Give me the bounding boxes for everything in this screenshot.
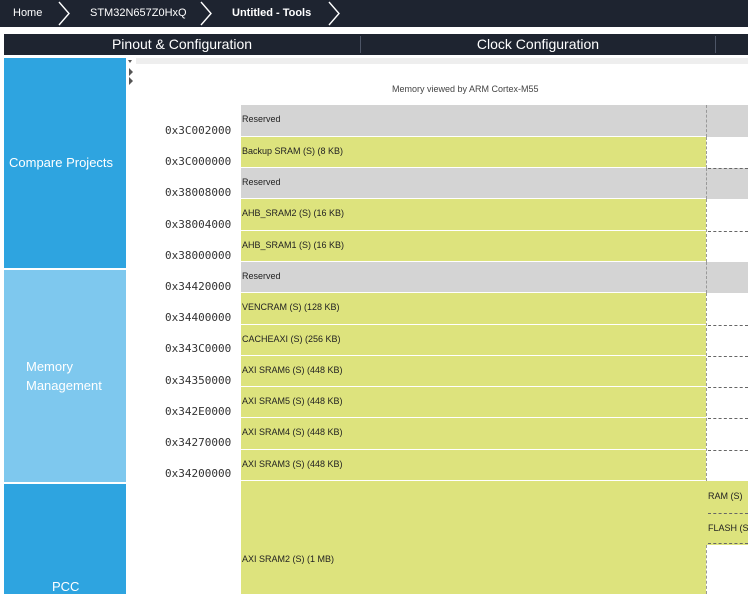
region-label: AHB_SRAM1 (S) (16 KB) xyxy=(242,240,345,250)
chevron-right-icon xyxy=(200,1,212,26)
secondary-column-cell xyxy=(706,105,748,137)
chevron-right-icon xyxy=(328,1,340,26)
memory-region-axi-sram3[interactable]: AXI SRAM3 (S) (448 KB) xyxy=(241,450,706,481)
region-label: AXI SRAM3 (S) (448 KB) xyxy=(242,459,343,469)
divider xyxy=(708,231,748,232)
divider xyxy=(708,325,748,326)
region-label: Reserved xyxy=(242,271,281,281)
region-address: 0x342E0000 xyxy=(165,405,232,418)
sidebar-item-pcc[interactable]: PCC xyxy=(4,484,126,594)
region-address: 0x34400000 xyxy=(165,311,232,324)
memory-region-reserved[interactable]: Reserved xyxy=(241,168,706,199)
secondary-column-cell xyxy=(706,137,748,168)
region-label: AXI SRAM6 (S) (448 KB) xyxy=(242,365,343,375)
region-address: 0x3C000000 xyxy=(165,155,232,168)
secondary-column-cell xyxy=(706,545,748,594)
secondary-column-cell xyxy=(706,262,748,293)
tab-pinout-configuration[interactable]: Pinout & Configuration xyxy=(4,34,360,55)
region-address: 0x34350000 xyxy=(165,374,232,387)
region-label: CACHEAXI (S) (256 KB) xyxy=(242,334,341,344)
sidebar-item-label: Compare Projects xyxy=(9,155,114,170)
memory-region-axi-sram4[interactable]: AXI SRAM4 (S) (448 KB) xyxy=(241,418,706,450)
sidebar-collapse-handle[interactable] xyxy=(127,58,136,594)
memory-region-axi-sram6[interactable]: AXI SRAM6 (S) (448 KB) xyxy=(241,356,706,387)
divider xyxy=(708,543,748,544)
memory-region-axi-sram2[interactable]: AXI SRAM2 (S) (1 MB) xyxy=(241,481,706,594)
region-address: 0x34270000 xyxy=(165,436,232,449)
divider xyxy=(708,513,748,514)
sidebar-item-label: Memory xyxy=(26,359,73,374)
region-label: VENCRAM (S) (128 KB) xyxy=(242,302,340,312)
breadcrumb-device[interactable]: STM32N657Z0HxQ xyxy=(90,0,187,27)
memory-region-backup-sram[interactable]: Backup SRAM (S) (8 KB) xyxy=(241,137,706,168)
memory-region-ahb-sram1[interactable]: AHB_SRAM1 (S) (16 KB) xyxy=(241,231,706,262)
memory-region-reserved[interactable]: Reserved xyxy=(241,262,706,293)
memory-region-ahb-sram2[interactable]: AHB_SRAM2 (S) (16 KB) xyxy=(241,199,706,231)
breadcrumb: Home STM32N657Z0HxQ Untitled - Tools xyxy=(0,0,748,27)
sidebar-item-compare-projects[interactable]: Compare Projects xyxy=(4,58,126,268)
divider xyxy=(708,418,748,419)
secondary-region-label: FLASH (S xyxy=(708,523,748,533)
tab-separator xyxy=(715,36,716,53)
tab-clock-configuration[interactable]: Clock Configuration xyxy=(361,34,715,55)
memory-view-title: Memory viewed by ARM Cortex-M55 xyxy=(392,84,539,94)
sidebar: Compare Projects Memory Management PCC xyxy=(4,58,126,594)
region-address: 0x38000000 xyxy=(165,249,232,262)
region-address: 0x38004000 xyxy=(165,218,232,231)
collapse-arrows-icon xyxy=(128,60,133,85)
region-label: Reserved xyxy=(242,114,281,124)
region-label: AXI SRAM2 (S) (1 MB) xyxy=(242,554,335,564)
region-label: Reserved xyxy=(242,177,281,187)
divider xyxy=(708,450,748,451)
memory-region-cacheaxi[interactable]: CACHEAXI (S) (256 KB) xyxy=(241,325,706,356)
tab-bar: Pinout & Configuration Clock Configurati… xyxy=(4,34,748,55)
region-address: 0x3C002000 xyxy=(165,124,232,137)
region-address: 0x38008000 xyxy=(165,186,232,199)
region-address: 0x34420000 xyxy=(165,280,232,293)
secondary-column-cell xyxy=(706,168,748,199)
sidebar-item-label: PCC xyxy=(52,579,80,594)
secondary-region-label: RAM (S) xyxy=(708,491,743,501)
tabs-area: Pinout & Configuration Clock Configurati… xyxy=(0,27,748,58)
region-label: AHB_SRAM2 (S) (16 KB) xyxy=(242,208,345,218)
breadcrumb-project[interactable]: Untitled - Tools xyxy=(232,0,311,27)
secondary-memory-block[interactable]: RAM (S) FLASH (S xyxy=(706,481,748,545)
divider xyxy=(708,356,748,357)
region-address: 0x343C0000 xyxy=(165,342,232,355)
region-label: AXI SRAM4 (S) (448 KB) xyxy=(242,427,343,437)
memory-region-vencram[interactable]: VENCRAM (S) (128 KB) xyxy=(241,293,706,325)
region-address: 0x34200000 xyxy=(165,467,232,480)
memory-region-reserved[interactable]: Reserved xyxy=(241,105,706,137)
breadcrumb-home[interactable]: Home xyxy=(13,0,42,27)
region-label: Backup SRAM (S) (8 KB) xyxy=(242,146,344,156)
sidebar-item-label: Management xyxy=(26,378,102,393)
divider xyxy=(708,387,748,388)
divider xyxy=(708,168,748,169)
memory-region-axi-sram5[interactable]: AXI SRAM5 (S) (448 KB) xyxy=(241,387,706,418)
chevron-right-icon xyxy=(58,1,70,26)
region-label: AXI SRAM5 (S) (448 KB) xyxy=(242,396,343,406)
sidebar-item-memory-management[interactable]: Memory Management xyxy=(4,270,126,482)
